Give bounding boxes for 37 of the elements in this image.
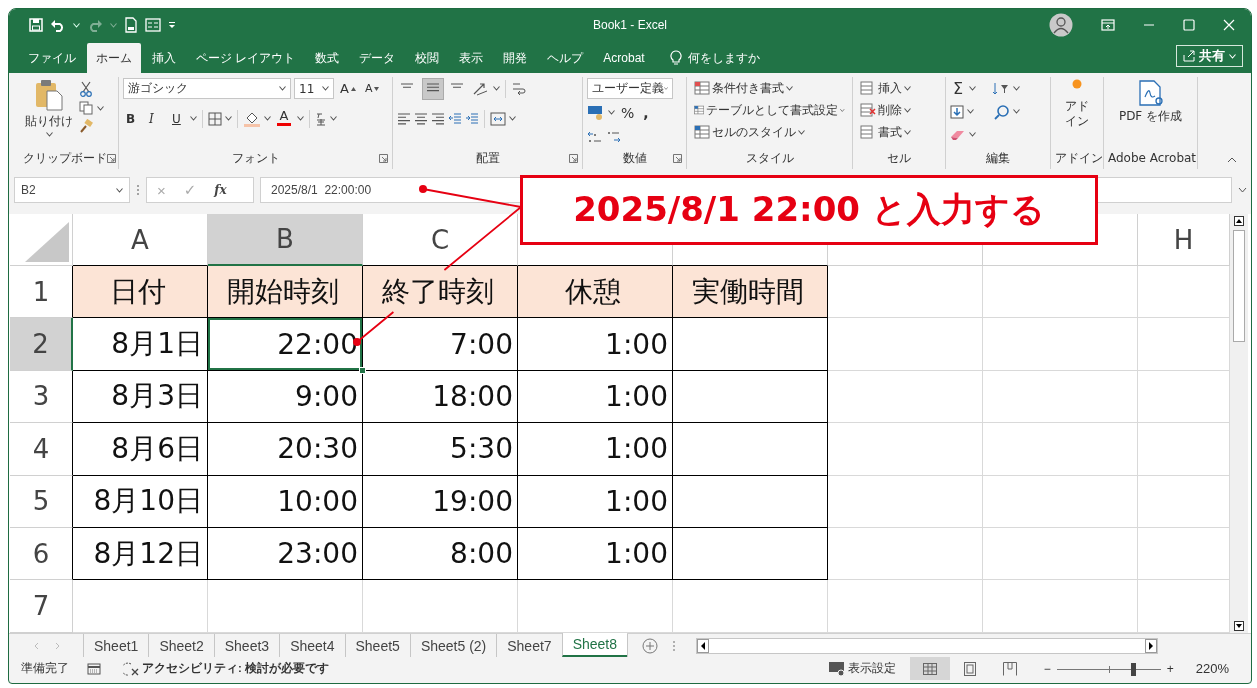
table-cell: 1:00 <box>518 370 673 424</box>
table-cell: 日付 <box>73 266 208 319</box>
table-cell: 9:00 <box>208 370 363 424</box>
group-label: クリップボード <box>23 149 107 167</box>
table-cell: 休憩 <box>518 266 673 319</box>
table-cell: 7:00 <box>363 318 518 371</box>
group-label: 編集 <box>986 149 1010 167</box>
table-cell: 20:30 <box>208 423 363 476</box>
table-cell: 8月1日 <box>73 318 208 371</box>
group-label: 配置 <box>475 149 500 167</box>
table-cell: 23:00 <box>208 527 363 581</box>
group-label: アドイン <box>1055 149 1103 167</box>
table-cell: 10:00 <box>208 475 363 528</box>
table-cell: 8月6日 <box>73 423 208 476</box>
callout-tooltip: 2025/8/1 22:00 と入力する <box>520 175 1098 245</box>
group-label: スタイル <box>745 149 794 167</box>
table-cell: 8月12日 <box>73 527 208 581</box>
table-cell: 終了時刻 <box>363 266 518 319</box>
table-cell: 1:00 <box>518 423 673 476</box>
table-cell: 1:00 <box>518 318 673 371</box>
table-cell: 18:00 <box>363 370 518 424</box>
table-cell: 8:00 <box>363 527 518 581</box>
group-label: セル <box>887 149 911 167</box>
group-label: フォント <box>231 149 280 167</box>
table-cell: 5:30 <box>363 423 518 476</box>
group-label: 数値 <box>622 149 647 167</box>
table-cell: 22:00 <box>208 318 363 371</box>
table-cell: 19:00 <box>363 475 518 528</box>
window-title: Book1 - Excel <box>592 18 667 32</box>
status-text: 準備完了 <box>21 660 69 677</box>
table-cell: 1:00 <box>518 527 673 581</box>
table-cell: 実働時間 <box>673 266 828 319</box>
group-label: Adobe Acrobat <box>1108 151 1197 165</box>
table-cell: 8月10日 <box>73 475 208 528</box>
table-cell: 開始時刻 <box>208 266 363 319</box>
table-cell: 8月3日 <box>73 370 208 424</box>
table-cell: 1:00 <box>518 475 673 528</box>
